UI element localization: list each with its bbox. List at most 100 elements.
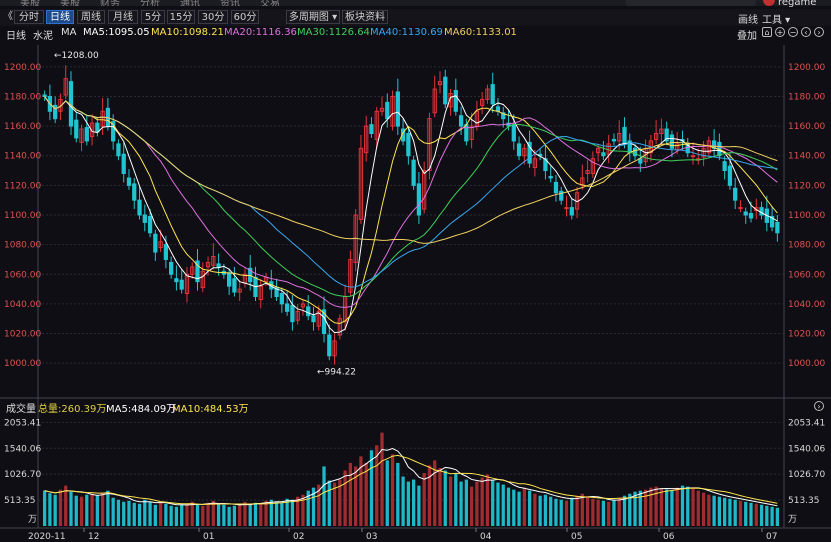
top-menu-item[interactable]: 美股: [60, 0, 80, 6]
candle-body: [227, 272, 232, 287]
top-menu-item[interactable]: 分析: [140, 0, 160, 6]
volume-tick-label-left: 513.35: [4, 496, 36, 506]
candle-body: [480, 98, 485, 106]
candle-body: [158, 241, 163, 249]
price-chart[interactable]: 1200.00 1200.00 1180.00 1180.00 1160.00 1160.…: [0, 0, 831, 542]
candle-body: [574, 192, 580, 210]
candle-body: [643, 147, 648, 163]
scroll-right-icon[interactable]: ›: [814, 27, 824, 37]
candle-body: [506, 122, 511, 127]
volume-bar: [396, 462, 400, 526]
volume-tick-label-right: 2053.41: [788, 418, 825, 428]
price-tick-label-right: 1040.00: [788, 300, 825, 310]
candle-body: [596, 147, 601, 154]
top-menu-item[interactable]: 通讯: [180, 0, 200, 6]
back-button[interactable]: 《: [2, 10, 14, 24]
draw-line-button[interactable]: 画线: [738, 11, 758, 26]
period-tab[interactable]: 周线: [77, 10, 105, 24]
period-tab[interactable]: 分时: [14, 10, 44, 24]
candle-body: [527, 141, 532, 164]
volume-bar: [733, 499, 737, 526]
volume-bar: [575, 495, 579, 526]
candle-body: [464, 124, 469, 142]
candle-body: [538, 153, 543, 157]
candle-body: [269, 281, 274, 290]
candle-body: [516, 143, 522, 157]
volume-bar: [269, 499, 273, 526]
zoom-out-icon[interactable]: −: [788, 27, 798, 37]
candle-body: [474, 110, 480, 127]
user-name[interactable]: regame: [778, 0, 816, 8]
volume-bar: [48, 493, 52, 526]
candle-body: [769, 215, 775, 228]
top-menu-item[interactable]: 资讯: [220, 0, 240, 6]
volume-bar: [422, 473, 426, 526]
volume-bar: [322, 466, 326, 526]
price-tick-label-left: 1160.00: [4, 122, 41, 132]
candle-body: [727, 165, 733, 186]
volume-bar: [343, 470, 347, 526]
price-tick-label-right: 1020.00: [788, 330, 825, 340]
ma10-value: MA10:1098.21: [151, 27, 224, 38]
search-input[interactable]: [626, 0, 756, 6]
period-tab[interactable]: 60分: [231, 10, 259, 24]
top-menu-item[interactable]: 交易: [260, 0, 280, 6]
period-tab[interactable]: 月线: [108, 10, 138, 24]
top-menu-item[interactable]: 财务: [100, 0, 120, 6]
x-axis-label: 02: [293, 532, 304, 542]
volume-bar: [559, 499, 563, 526]
price-tick-label-left: 1140.00: [4, 152, 41, 162]
candle-body: [522, 147, 527, 157]
sector-info-button[interactable]: 板块资料: [342, 10, 388, 24]
candle-body: [443, 76, 448, 105]
volume-bar: [501, 484, 505, 526]
multi-period-dropdown[interactable]: 多周期图 ▾: [286, 10, 340, 24]
candle-body: [364, 125, 369, 154]
volume-bar: [612, 499, 616, 526]
volume-bar: [369, 450, 374, 526]
volume-bar: [206, 502, 210, 526]
volume-bar: [111, 497, 115, 526]
period-tab[interactable]: 15分: [167, 10, 195, 24]
candle-body: [332, 340, 337, 357]
overlay-button[interactable]: 叠加: [737, 27, 757, 42]
period-tab[interactable]: 30分: [198, 10, 228, 24]
volume-bar: [127, 500, 131, 526]
x-axis-label: 07: [766, 532, 777, 542]
volume-bar: [475, 481, 479, 526]
scroll-left-icon[interactable]: ‹: [801, 27, 811, 37]
period-tab[interactable]: 日线: [46, 10, 74, 24]
top-menu-item[interactable]: 美股: [20, 0, 40, 6]
candle-body: [485, 88, 490, 100]
volume-bar: [464, 479, 468, 526]
candle-body: [258, 285, 263, 300]
candle-body: [374, 110, 379, 140]
volume-bar: [332, 482, 337, 526]
candle-body: [290, 304, 295, 323]
volume-bar: [311, 487, 316, 526]
period-tab[interactable]: 5分: [141, 10, 165, 24]
volume-bar: [58, 489, 63, 526]
candle-body: [327, 334, 332, 357]
volume-bar: [522, 487, 526, 526]
volume-tick-label-left: 2053.41: [4, 418, 41, 428]
volume-bar: [153, 504, 157, 526]
volume-bar: [348, 462, 353, 526]
volume-bar: [296, 496, 300, 526]
lock-icon[interactable]: ⌂: [762, 27, 772, 37]
ma40-line: [44, 96, 778, 288]
volume-bar: [74, 495, 78, 526]
candle-body: [53, 104, 58, 120]
candle-body: [205, 261, 211, 268]
volume-bar: [649, 487, 653, 526]
volume-settings-icon[interactable]: ›: [814, 401, 824, 411]
tools-dropdown[interactable]: 工具 ▾: [762, 11, 790, 26]
volume-bar: [116, 499, 121, 526]
volume-bar: [459, 481, 463, 526]
volume-bar: [680, 485, 685, 526]
candle-body: [601, 152, 606, 157]
volume-bar: [164, 503, 168, 526]
volume-bar: [549, 496, 553, 526]
candle-body: [717, 141, 722, 157]
zoom-in-icon[interactable]: +: [775, 27, 785, 37]
